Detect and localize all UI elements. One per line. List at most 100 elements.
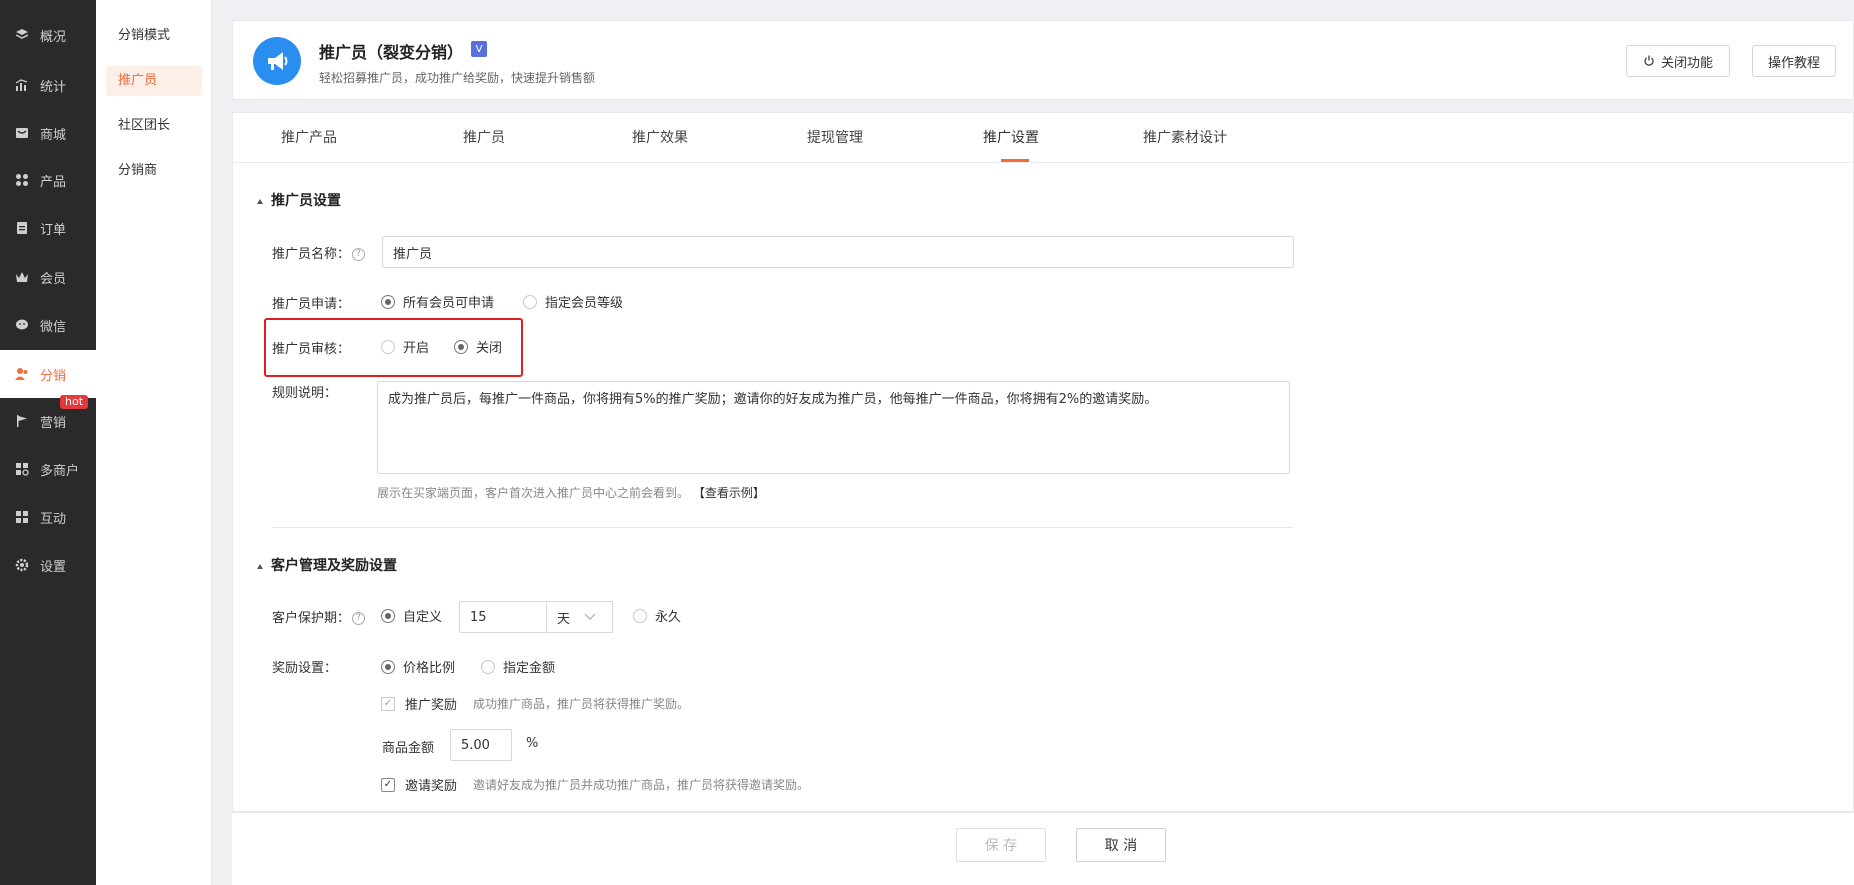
tab-withdraw[interactable]: 提现管理	[807, 113, 863, 163]
radio-label: 关闭	[476, 341, 503, 356]
section-divider	[272, 527, 1294, 528]
nav-item-marketing[interactable]: 营销	[0, 398, 96, 444]
radio-label: 所有会员可申请	[403, 296, 495, 311]
tutorial-button[interactable]: 操作教程	[1752, 45, 1836, 77]
radio-label: 开启	[403, 341, 430, 356]
invite-reward-checkbox[interactable]: ✓ 邀请奖励 邀请好友成为推广员并成功推广商品，推广员将获得邀请奖励。	[381, 775, 809, 794]
nav-item-settings[interactable]: 设置	[0, 542, 96, 588]
amount-input[interactable]	[450, 729, 512, 761]
nav-label: 互动	[40, 511, 67, 527]
checkbox-checked-disabled-icon: ✓	[381, 696, 395, 711]
reward-amount-radio[interactable]: 指定金额	[481, 657, 555, 676]
users-icon	[14, 366, 30, 382]
protect-custom-radio[interactable]: 自定义	[381, 606, 442, 625]
apps-icon	[14, 509, 30, 525]
select-value: 天	[557, 611, 571, 627]
chevron-down-icon	[584, 613, 596, 621]
nav-item-wechat[interactable]: 微信	[0, 302, 96, 348]
nav-label: 会员	[40, 271, 67, 287]
checkbox-label: 推广奖励	[405, 698, 458, 713]
nav-label: 营销	[40, 415, 67, 431]
audit-on-radio[interactable]: 开启	[381, 337, 429, 356]
nav-item-multi-merchant[interactable]: 多商户	[0, 446, 96, 492]
radio-label: 永久	[655, 610, 682, 625]
protect-forever-radio[interactable]: 永久	[633, 606, 681, 625]
nav-label: 微信	[40, 319, 67, 335]
megaphone-icon	[253, 37, 301, 85]
apply-level-radio[interactable]: 指定会员等级	[523, 292, 623, 311]
collapse-triangle-icon	[257, 563, 263, 569]
checkbox-checked-icon: ✓	[381, 777, 395, 792]
label-text: 客户保护期：	[272, 611, 351, 626]
nav-label: 产品	[40, 174, 67, 190]
promoter-name-input[interactable]	[382, 236, 1294, 268]
reward-ratio-radio[interactable]: 价格比例	[381, 657, 455, 676]
protect-days-input[interactable]	[459, 601, 547, 633]
shop-icon	[14, 461, 30, 477]
tab-promo-material[interactable]: 推广素材设计	[1143, 113, 1227, 163]
checkbox-label: 邀请奖励	[405, 779, 458, 794]
section-title: 客户管理及奖励设置	[271, 558, 397, 574]
promo-reward-checkbox[interactable]: ✓ 推广奖励 成功推广商品，推广员将获得推广奖励。	[381, 694, 689, 713]
save-button[interactable]: 保 存	[956, 828, 1046, 862]
nav-item-stats[interactable]: 统计	[0, 62, 96, 108]
tab-promo-effect[interactable]: 推广效果	[632, 113, 688, 163]
nav-item-distribution[interactable]: 分销	[0, 350, 96, 398]
page-title: 推广员（裂变分销）	[319, 43, 464, 62]
section-customer-reward[interactable]: 客户管理及奖励设置	[257, 555, 397, 575]
tab-promoters[interactable]: 推广员	[463, 113, 505, 163]
gear-icon	[14, 557, 30, 573]
label-text: 推广员名称：	[272, 247, 351, 262]
promoter-apply-label: 推广员申请：	[272, 297, 351, 312]
protect-period-label: 客户保护期：?	[272, 607, 366, 626]
subnav-item-distributor[interactable]: 分销商	[106, 156, 202, 186]
rule-label: 规则说明：	[272, 386, 338, 401]
power-icon	[1643, 55, 1655, 67]
protect-unit-select[interactable]: 天	[547, 601, 613, 633]
chart-icon	[14, 77, 30, 93]
audit-off-radio[interactable]: 关闭	[454, 337, 502, 356]
promoter-name-label: 推广员名称：?	[272, 243, 366, 262]
page-header: 推广员（裂变分销） V 轻松招募推广员，成功推广给奖励，快速提升销售额 关闭功能…	[232, 20, 1854, 100]
layers-icon	[14, 27, 30, 43]
nav-label: 统计	[40, 79, 67, 95]
nav-item-mall[interactable]: 商城	[0, 110, 96, 156]
active-tab-indicator	[1001, 159, 1029, 162]
nav-item-order[interactable]: 订单	[0, 205, 96, 251]
subnav-item-community-leader[interactable]: 社区团长	[106, 111, 202, 141]
section-promoter-settings[interactable]: 推广员设置	[257, 190, 341, 210]
flag-icon	[14, 413, 30, 429]
reward-setting-label: 奖励设置：	[272, 661, 338, 676]
close-feature-button[interactable]: 关闭功能	[1626, 45, 1730, 77]
nav-item-interact[interactable]: 互动	[0, 494, 96, 540]
nav-item-overview[interactable]: 概况	[0, 12, 96, 58]
tab-bar: 推广产品 推广员 推广效果 提现管理 推广设置 推广素材设计	[233, 113, 1854, 163]
amount-unit: %	[526, 736, 539, 751]
tab-promo-settings[interactable]: 推广设置	[983, 113, 1039, 163]
sub-nav: 分销模式 推广员 社区团长 分销商	[96, 0, 212, 885]
apply-all-radio[interactable]: 所有会员可申请	[381, 292, 494, 311]
promoter-audit-label: 推广员审核：	[272, 342, 351, 357]
order-icon	[14, 220, 30, 236]
help-icon[interactable]: ?	[352, 612, 366, 625]
rule-hint: 展示在买家端页面，客户首次进入推广员中心之前会看到。 【查看示例】	[377, 484, 765, 501]
radio-label: 价格比例	[403, 661, 456, 676]
amount-label: 商品金额	[382, 741, 435, 756]
subnav-item-mode[interactable]: 分销模式	[106, 21, 202, 51]
nav-item-member[interactable]: 会员	[0, 254, 96, 300]
cancel-button[interactable]: 取 消	[1076, 828, 1166, 862]
view-example-link[interactable]: 【查看示例】	[693, 486, 765, 500]
wechat-icon	[14, 317, 30, 333]
nav-label: 订单	[40, 222, 67, 238]
nav-item-product[interactable]: 产品	[0, 157, 96, 203]
subnav-item-promoter[interactable]: 推广员	[106, 66, 202, 96]
tab-promo-products[interactable]: 推广产品	[281, 113, 337, 163]
help-icon[interactable]: ?	[352, 248, 366, 261]
radio-label: 指定金额	[503, 661, 556, 676]
nav-label: 多商户	[40, 463, 80, 479]
rule-textarea[interactable]: 成为推广员后，每推广一件商品，你将拥有5%的推广奖励；邀请你的好友成为推广员，他…	[377, 381, 1290, 474]
nav-label: 概况	[40, 29, 67, 45]
nav-label: 商城	[40, 127, 67, 143]
close-feature-label: 关闭功能	[1660, 55, 1713, 71]
radio-label: 自定义	[403, 610, 443, 625]
